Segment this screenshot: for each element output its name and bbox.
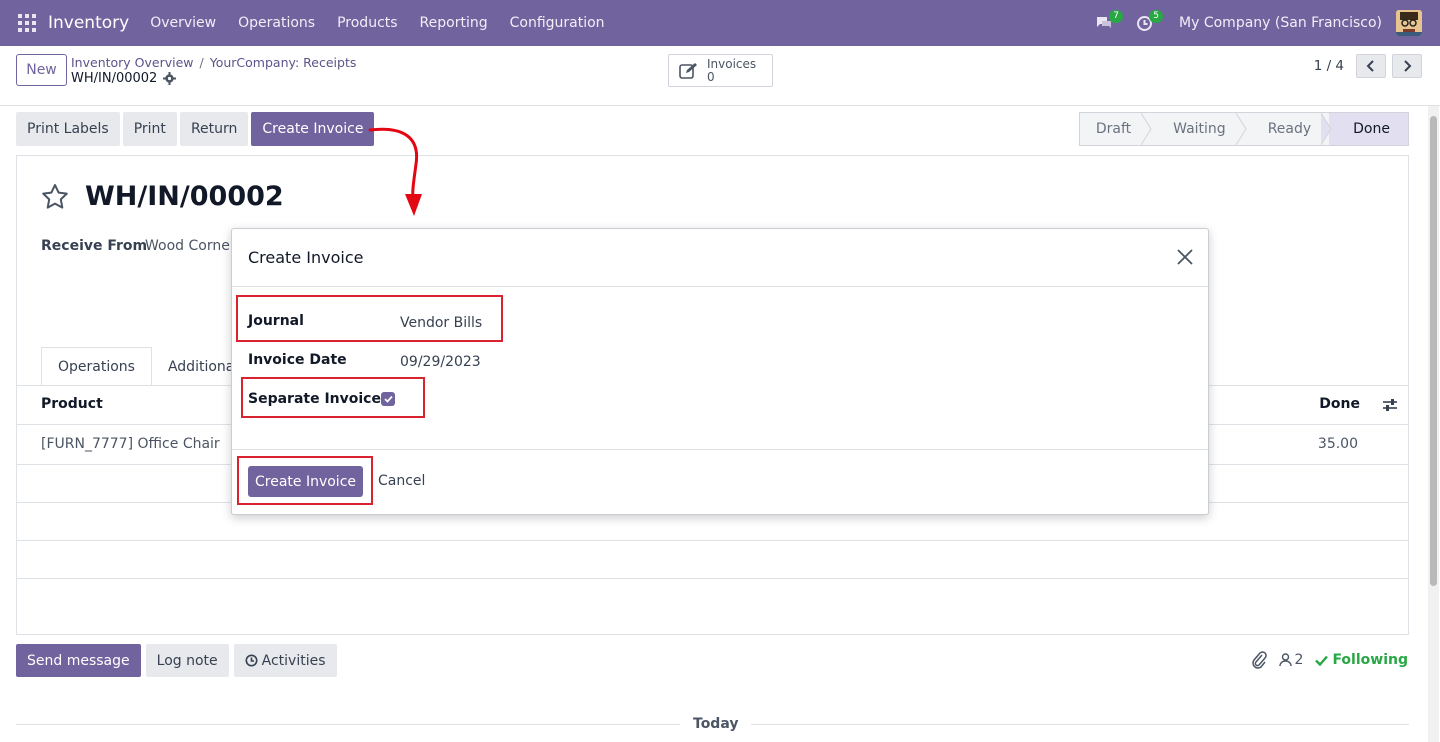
dialog-footer-divider [232, 449, 1208, 450]
create-invoice-button[interactable]: Create Invoice [248, 466, 363, 497]
checkmark-icon [383, 395, 393, 403]
dialog-title: Create Invoice [248, 248, 364, 267]
journal-value[interactable]: Vendor Bills [400, 315, 482, 331]
create-invoice-dialog: Create Invoice Journal Vendor Bills Invo… [231, 228, 1209, 515]
separate-invoice-checkbox[interactable] [381, 392, 395, 406]
journal-row: Journal Vendor Bills [248, 313, 482, 331]
invoice-date-label: Invoice Date [248, 352, 347, 368]
cancel-button[interactable]: Cancel [378, 473, 425, 489]
stage-separator [1235, 113, 1247, 145]
stage-separator [1321, 113, 1332, 145]
invoice-date-value[interactable]: 09/29/2023 [400, 354, 481, 370]
journal-label: Journal [248, 313, 304, 329]
separate-invoice-row: Separate Invoice ? [248, 391, 395, 407]
dialog-header: Create Invoice [232, 229, 1208, 287]
stage-separator [1141, 113, 1152, 145]
close-icon[interactable] [1176, 248, 1194, 266]
separate-invoice-label: Separate Invoice ? [248, 391, 394, 407]
invoice-date-row: Invoice Date 09/29/2023 [248, 352, 481, 370]
